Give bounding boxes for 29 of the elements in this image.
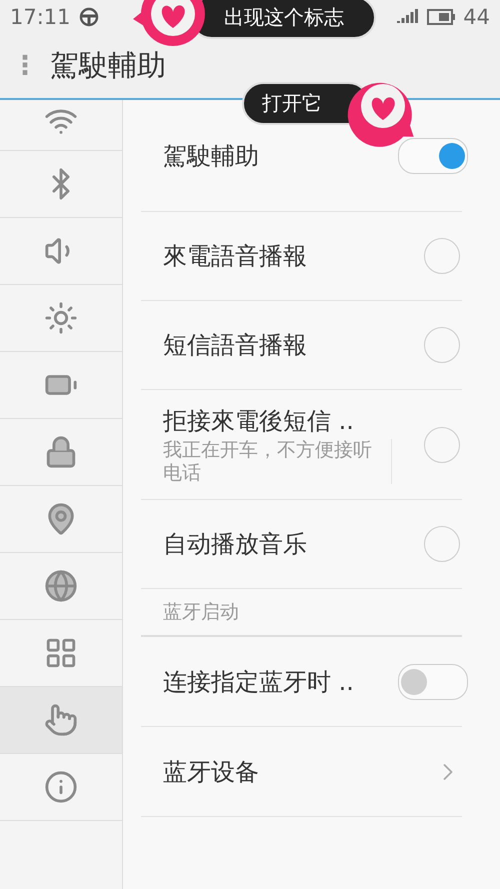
sun-icon <box>44 301 78 335</box>
toggle-switch[interactable] <box>398 138 468 174</box>
battery-level: 44 <box>463 5 490 29</box>
battery-icon <box>427 9 456 25</box>
steering-wheel-icon <box>78 7 99 27</box>
grid-icon <box>44 636 78 670</box>
radio-button[interactable] <box>424 426 460 462</box>
page-title: 駕駛輔助 <box>50 47 166 84</box>
info-icon <box>44 770 78 804</box>
section-header: 蓝牙启动 <box>163 600 239 625</box>
setting-label: 駕駛輔助 <box>163 140 260 172</box>
setting-description: 我正在开车，不方便接听电话 <box>163 438 392 484</box>
setting-label: 拒接來電後短信 .. <box>163 406 355 437</box>
setting-label: 來電語音播報 <box>163 241 308 272</box>
radio-button[interactable] <box>424 238 460 274</box>
signal-icon <box>397 9 420 25</box>
pointing-hand-icon <box>44 703 78 737</box>
radio-button[interactable] <box>424 327 460 363</box>
setting-label: 短信語音播報 <box>163 330 308 361</box>
toggle-switch[interactable] <box>398 664 468 700</box>
setting-label: 连接指定蓝牙时 .. <box>163 666 355 698</box>
globe-icon <box>44 569 78 603</box>
menu-button[interactable]: ⋮ <box>12 51 38 81</box>
setting-label: 蓝牙设备 <box>163 756 260 788</box>
status-time: 17:11 <box>10 5 71 29</box>
sidebar-item[interactable] <box>0 687 122 754</box>
radio-button[interactable] <box>424 526 460 562</box>
lock-icon <box>44 435 78 469</box>
setting-label: 自动播放音乐 <box>163 529 308 560</box>
